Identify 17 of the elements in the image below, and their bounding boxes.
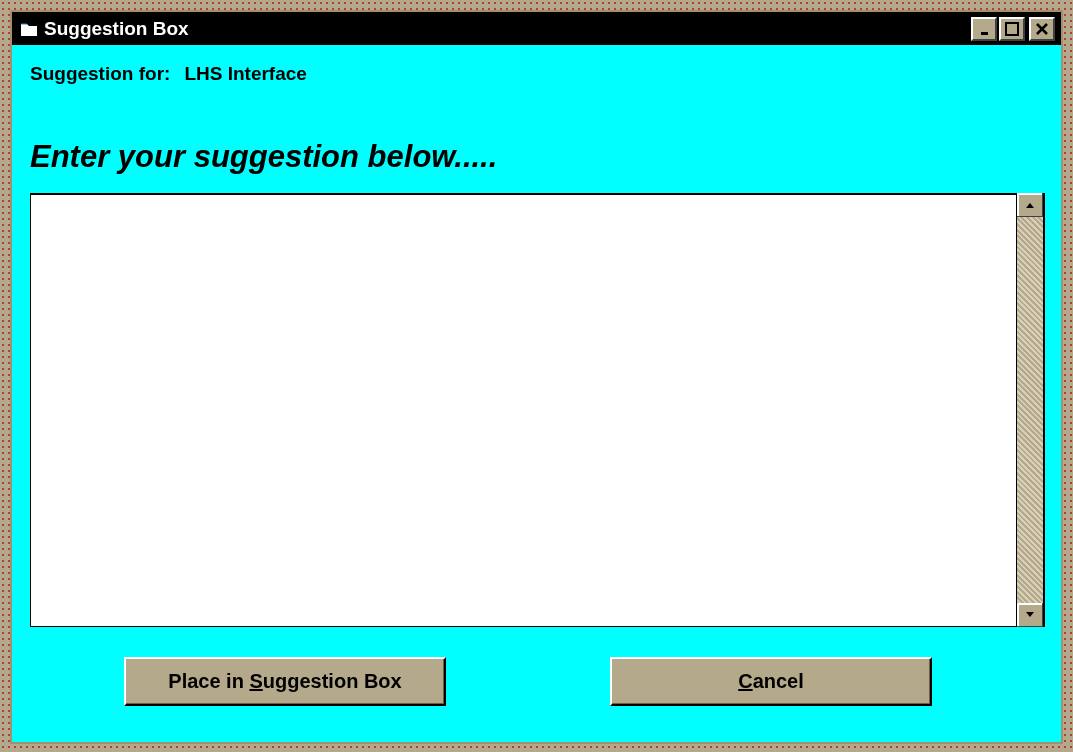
cancel-button[interactable]: Cancel: [610, 657, 932, 706]
close-button[interactable]: [1029, 16, 1055, 41]
window-title: Suggestion Box: [44, 17, 190, 40]
suggestion-target: LHS Interface: [184, 63, 307, 85]
instruction-heading: Enter your suggestion below.....: [30, 139, 499, 175]
folder-icon: [20, 20, 38, 37]
suggestion-field[interactable]: [30, 193, 1017, 627]
maximize-icon: [1005, 21, 1019, 36]
place-in-box-button[interactable]: Place in Suggestion Box: [124, 657, 446, 706]
minimize-icon: [980, 31, 988, 35]
maximize-button[interactable]: [999, 16, 1025, 41]
close-icon: [1035, 21, 1049, 36]
scroll-up-button[interactable]: [1017, 193, 1043, 217]
scrollbar[interactable]: [1017, 193, 1045, 627]
suggestion-for-label: Suggestion for:: [30, 63, 171, 85]
scroll-down-button[interactable]: [1017, 603, 1043, 627]
minimize-button[interactable]: [971, 16, 997, 41]
